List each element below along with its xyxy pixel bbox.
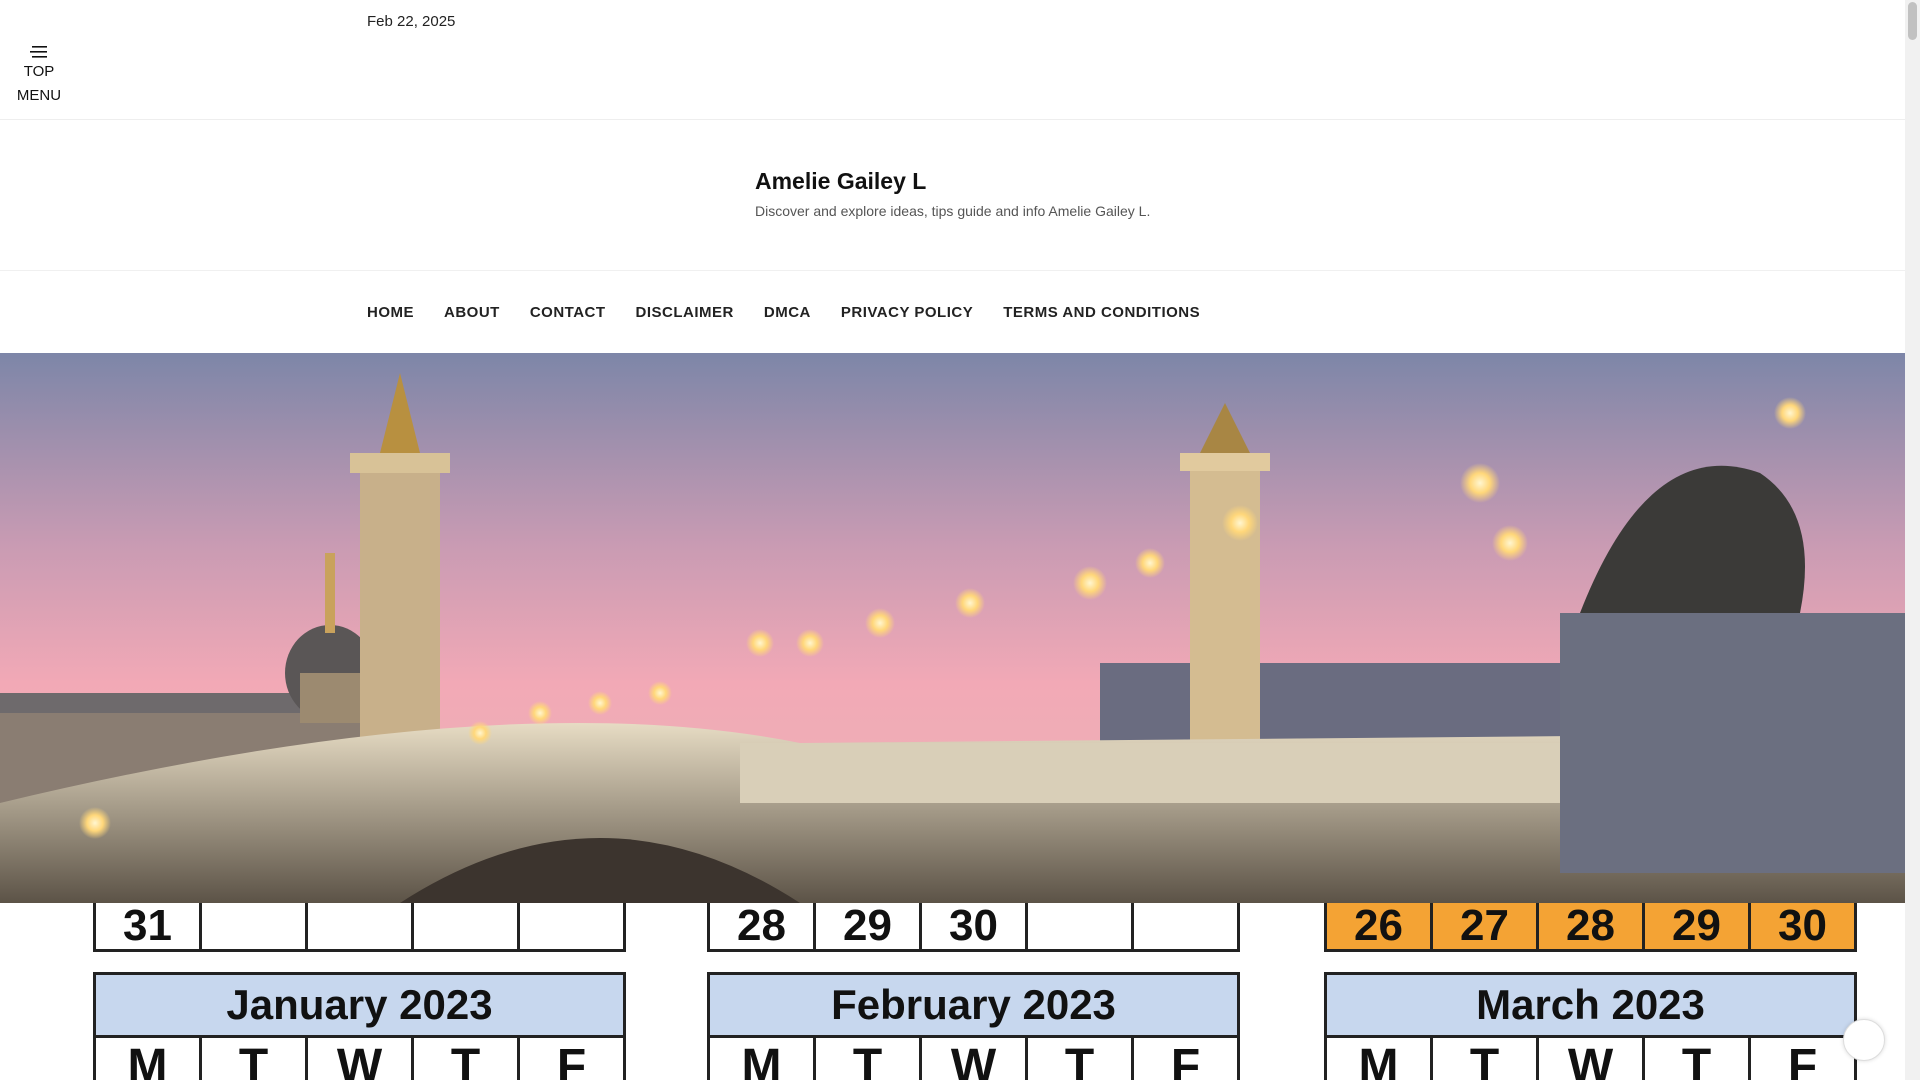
calendar-day	[517, 903, 626, 952]
calendar-february: 28 29 30 February 2023 M T W T F	[707, 903, 1240, 1080]
calendar-preview-image: 31 January 2023 M T W T F 28 29 30 Febru…	[0, 903, 1905, 1080]
calendar-march: 26 27 28 29 30 March 2023 M T W T F	[1324, 903, 1857, 1080]
nav-about[interactable]: ABOUT	[444, 304, 500, 321]
weekday: T	[1642, 1038, 1751, 1080]
current-date: Feb 22, 2025	[367, 13, 456, 30]
calendar-day: 28	[707, 903, 816, 952]
calendar-prev-row: 26 27 28 29 30	[1324, 903, 1857, 952]
calendar-prev-row: 31	[93, 903, 626, 952]
site-branding: Amelie Gailey L Discover and explore ide…	[0, 120, 1905, 271]
scroll-to-top-button[interactable]	[1843, 1019, 1885, 1061]
calendar-day: 29	[1642, 903, 1751, 952]
nav-home[interactable]: HOME	[367, 304, 414, 321]
main-navigation: HOME ABOUT CONTACT DISCLAIMER DMCA PRIVA…	[367, 271, 1200, 353]
nav-terms-and-conditions[interactable]: TERMS AND CONDITIONS	[1003, 304, 1200, 321]
weekday: T	[411, 1038, 520, 1080]
calendar-day: 31	[93, 903, 202, 952]
weekday: T	[1430, 1038, 1539, 1080]
calendar-prev-row: 28 29 30	[707, 903, 1240, 952]
calendar-january: 31 January 2023 M T W T F	[93, 903, 626, 1080]
calendar-weekdays: M T W T F	[93, 1038, 626, 1080]
weekday: F	[1131, 1038, 1240, 1080]
page-scrollbar[interactable]	[1905, 0, 1920, 1080]
weekday: W	[305, 1038, 414, 1080]
top-bar: Feb 22, 2025 TOP MENU	[0, 0, 1905, 120]
nav-dmca[interactable]: DMCA	[764, 304, 811, 321]
calendar-day: 30	[1748, 903, 1857, 952]
site-description: Discover and explore ideas, tips guide a…	[755, 203, 1151, 219]
calendar-title: February 2023	[707, 972, 1240, 1038]
nav-disclaimer[interactable]: DISCLAIMER	[636, 304, 734, 321]
top-menu-label-line2: MENU	[16, 87, 62, 104]
calendar-day: 26	[1324, 903, 1433, 952]
calendar-day: 29	[813, 903, 922, 952]
calendar-day	[305, 903, 414, 952]
top-menu-label-line1: TOP	[23, 63, 55, 80]
calendar-day	[1131, 903, 1240, 952]
weekday: W	[1536, 1038, 1645, 1080]
site-title[interactable]: Amelie Gailey L	[755, 168, 926, 195]
calendar-day	[1025, 903, 1134, 952]
weekday: F	[517, 1038, 626, 1080]
weekday: M	[93, 1038, 202, 1080]
weekday: M	[1324, 1038, 1433, 1080]
weekday: T	[813, 1038, 922, 1080]
calendar-day: 28	[1536, 903, 1645, 952]
weekday: T	[1025, 1038, 1134, 1080]
calendar-title: January 2023	[93, 972, 626, 1038]
hamburger-icon	[30, 46, 47, 58]
weekday: F	[1748, 1038, 1857, 1080]
calendar-day	[411, 903, 520, 952]
weekday: T	[199, 1038, 308, 1080]
nav-contact[interactable]: CONTACT	[530, 304, 606, 321]
nav-privacy-policy[interactable]: PRIVACY POLICY	[841, 304, 973, 321]
top-menu-toggle[interactable]: TOP MENU	[10, 44, 68, 116]
calendar-weekdays: M T W T F	[1324, 1038, 1857, 1080]
header-hero-image	[0, 353, 1905, 903]
calendar-day: 30	[919, 903, 1028, 952]
calendar-title: March 2023	[1324, 972, 1857, 1038]
pont-alexandre-iii-photo	[0, 353, 1905, 903]
calendar-day	[199, 903, 308, 952]
weekday: W	[919, 1038, 1028, 1080]
weekday: M	[707, 1038, 816, 1080]
scrollbar-thumb[interactable]	[1908, 2, 1917, 40]
calendar-day: 27	[1430, 903, 1539, 952]
calendar-weekdays: M T W T F	[707, 1038, 1240, 1080]
